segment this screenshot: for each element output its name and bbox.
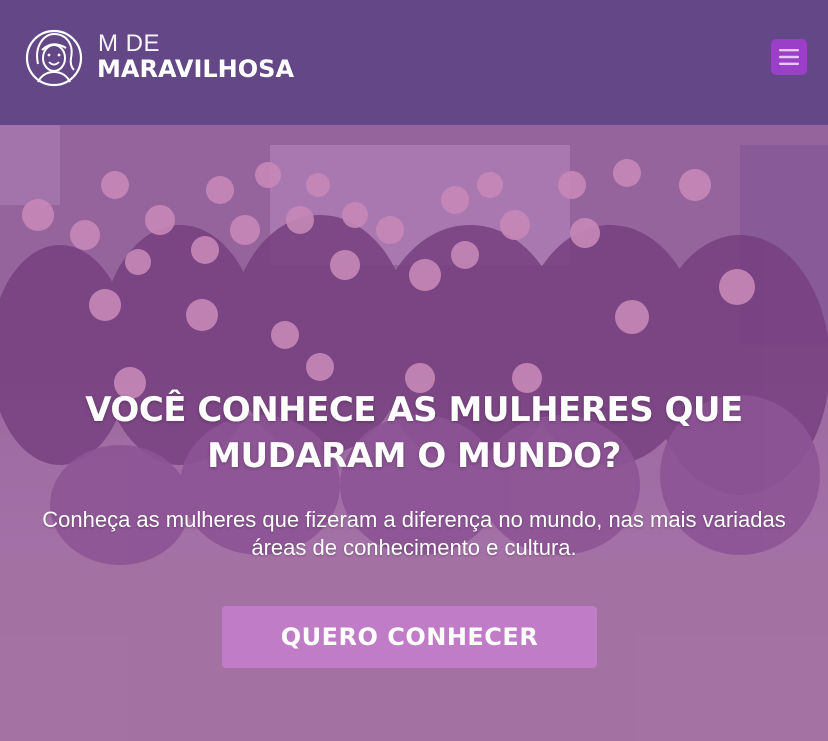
woman-face-icon: [25, 29, 83, 87]
hero-title: VOCÊ CONHECE AS MULHERES QUE MUDARAM O M…: [85, 390, 743, 476]
cta-quero-conhecer-button[interactable]: QUERO CONHECER: [222, 606, 597, 668]
brand-name-top: M DE: [98, 30, 160, 57]
hero-section: VOCÊ CONHECE AS MULHERES QUE MUDARAM O M…: [0, 125, 828, 741]
brand-logo-link[interactable]: M DE MARAVILHOSA: [24, 24, 294, 94]
menu-toggle-button[interactable]: [771, 39, 807, 75]
hamburger-menu-icon: [779, 49, 799, 65]
site-header: M DE MARAVILHOSA: [0, 0, 828, 125]
hero-subtitle: Conheça as mulheres que fizeram a difere…: [42, 507, 786, 560]
brand-name-bottom: MARAVILHOSA: [97, 55, 295, 83]
